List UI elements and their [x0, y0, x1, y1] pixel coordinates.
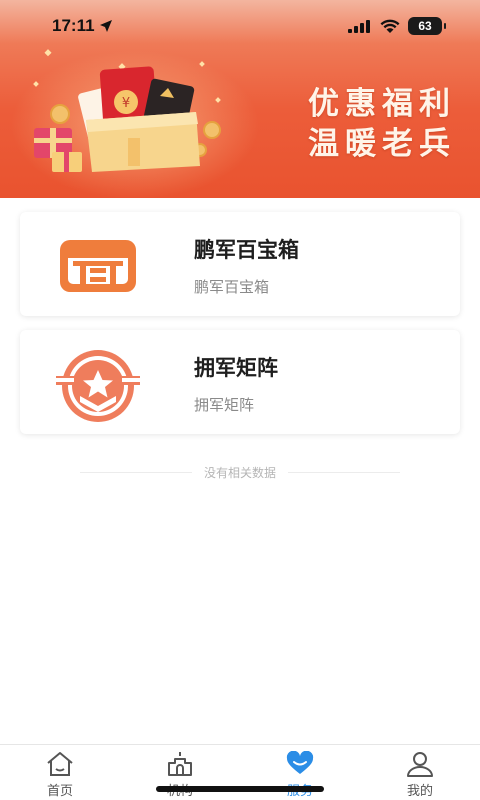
- tab-mine-label: 我的: [406, 784, 433, 799]
- service-heart-icon: [286, 751, 314, 774]
- home-icon: [47, 752, 73, 776]
- service-page: ¥ 优惠福利 温暖老兵 17:11 63 鹏军百宝箱 鹏军百宝箱 拥军矩阵 拥军…: [0, 0, 480, 800]
- battery-level: 63: [418, 19, 432, 33]
- status-bar: 17:11 63: [0, 0, 480, 54]
- cellular-signal-icon: [348, 20, 370, 33]
- tab-home[interactable]: 首页: [0, 745, 120, 800]
- banner-line-1: 优惠福利: [308, 86, 456, 122]
- wifi-icon: [380, 19, 400, 33]
- status-indicators: 63: [348, 17, 446, 35]
- svg-text:¥: ¥: [122, 96, 130, 111]
- gift-box-illustration: ¥: [33, 49, 221, 172]
- empty-data-hint: 没有相关数据: [80, 462, 401, 482]
- star-emblem-icon: [52, 350, 144, 422]
- home-indicator[interactable]: [156, 786, 324, 792]
- service-card-support-matrix[interactable]: 拥军矩阵 拥军矩阵: [20, 330, 460, 434]
- card-title: 鹏军百宝箱: [194, 238, 299, 262]
- battery-icon: 63: [408, 17, 446, 35]
- status-time: 17:11: [52, 16, 113, 36]
- card-title: 拥军矩阵: [194, 356, 278, 380]
- empty-hint-text: 没有相关数据: [204, 465, 277, 480]
- user-icon: [407, 752, 433, 777]
- divider-right: [288, 471, 401, 473]
- tab-mine[interactable]: 我的: [360, 745, 480, 800]
- banner-line-2: 温暖老兵: [308, 126, 456, 162]
- time-text: 17:11: [52, 16, 95, 35]
- card-subtitle: 鹏军百宝箱: [194, 278, 270, 296]
- treasure-box-icon: [60, 240, 136, 292]
- divider-left: [80, 471, 192, 473]
- tab-home-label: 首页: [46, 784, 73, 799]
- service-card-treasure-box[interactable]: 鹏军百宝箱 鹏军百宝箱: [20, 212, 460, 316]
- banner-slogan: 优惠福利 温暖老兵: [308, 84, 456, 164]
- location-arrow-icon: [99, 20, 112, 32]
- institution-icon: [168, 752, 192, 776]
- card-subtitle: 拥军矩阵: [194, 396, 255, 414]
